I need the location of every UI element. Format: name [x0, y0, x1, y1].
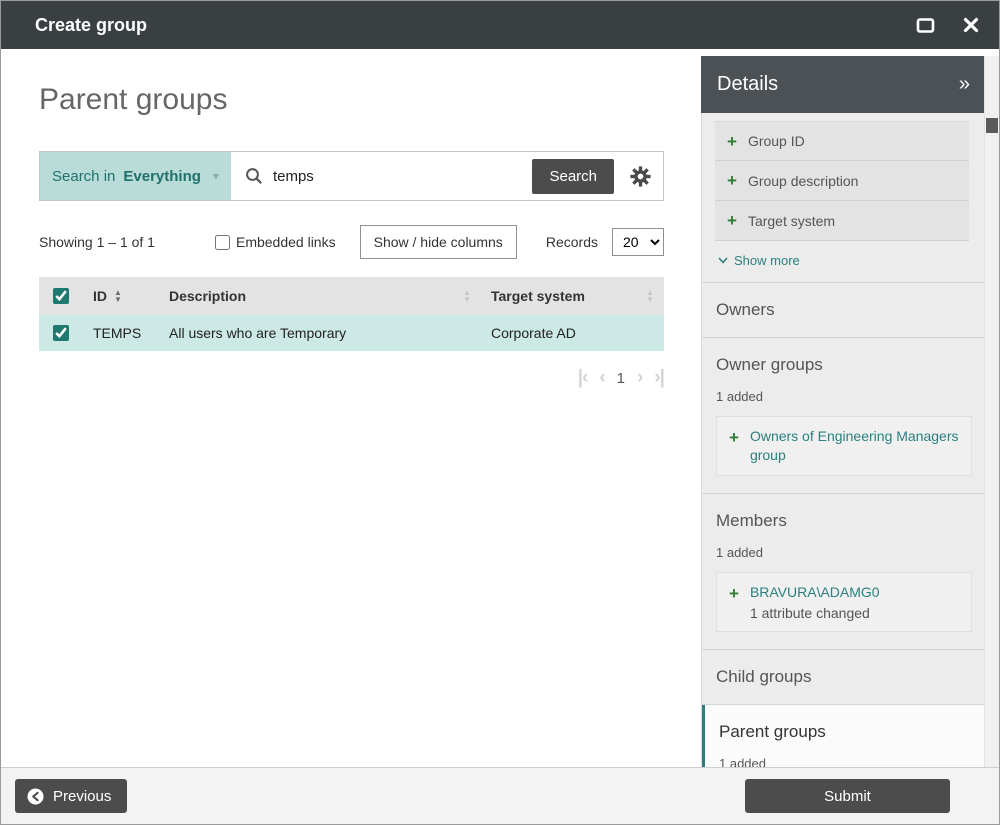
row-cell-select [39, 325, 83, 341]
sort-icon[interactable]: ▲▼ [463, 289, 471, 303]
chevron-down-icon [718, 257, 728, 264]
plus-icon: + [729, 585, 739, 602]
page-title: Parent groups [39, 83, 701, 117]
added-count: 1 added [716, 389, 972, 404]
details-title: Details [717, 73, 778, 96]
chevron-down-icon: ▾ [213, 169, 219, 183]
attribute-list: + Group ID + Group description + Target … [702, 113, 986, 241]
window-controls [916, 17, 979, 34]
table-header-row: ID ▲▼ Description ▲▼ Target system ▲▼ [39, 277, 664, 315]
sort-icon[interactable]: ▲▼ [114, 289, 122, 303]
section-title: Child groups [716, 667, 972, 687]
add-target-system[interactable]: + Target system [715, 201, 969, 241]
titlebar: Create group [1, 1, 999, 49]
close-icon[interactable] [963, 17, 979, 33]
header-cell-id: ID ▲▼ [83, 288, 159, 304]
owner-group-link[interactable]: Owners of Engineering Managers group [750, 427, 959, 465]
member-link[interactable]: BRAVURA\ADAMG0 [750, 584, 880, 600]
section-owners: Owners [702, 283, 986, 338]
results-table: ID ▲▼ Description ▲▼ Target system ▲▼ [39, 277, 664, 351]
show-more-link[interactable]: Show more [702, 241, 986, 283]
header-cell-description: Description ▲▼ [159, 288, 481, 304]
results-toolbar: Showing 1 – 1 of 1 Embedded links Show /… [39, 225, 664, 259]
scrollbar-thumb[interactable] [986, 118, 998, 133]
section-title: Owner groups [716, 355, 972, 375]
section-parent-groups: Parent groups 1 added [702, 705, 986, 767]
embedded-links-checkbox[interactable] [215, 235, 230, 250]
window-title: Create group [35, 15, 147, 36]
records-group: Records 20 [546, 228, 664, 256]
details-scrollbar[interactable] [984, 56, 999, 767]
records-select[interactable]: 20 [612, 228, 664, 256]
search-input[interactable] [263, 168, 533, 185]
search-scope-value: Everything [123, 168, 201, 185]
attribute-label: Target system [748, 213, 835, 229]
maximize-icon[interactable] [916, 17, 935, 34]
search-icon [245, 167, 263, 185]
add-group-description[interactable]: + Group description [715, 161, 969, 201]
plus-icon: + [727, 133, 737, 150]
sort-icon[interactable]: ▲▼ [646, 289, 654, 303]
details-panel: + Group ID + Group description + Target … [701, 113, 986, 767]
embedded-links-label: Embedded links [236, 234, 336, 250]
plus-icon: + [727, 172, 737, 189]
added-count: 1 added [716, 545, 972, 560]
row-cell-id: TEMPS [83, 325, 159, 341]
previous-button[interactable]: Previous [15, 779, 127, 813]
section-title: Parent groups [719, 722, 972, 742]
show-hide-columns-button[interactable]: Show / hide columns [360, 225, 517, 259]
section-owner-groups: Owner groups 1 added + Owners of Enginee… [702, 338, 986, 494]
header-cell-select [39, 288, 83, 304]
main-panel: Parent groups Search in Everything ▾ Sea… [1, 49, 701, 767]
first-page-icon[interactable]: |‹ [578, 367, 588, 389]
add-group-id[interactable]: + Group ID [715, 121, 969, 161]
member-note: 1 attribute changed [750, 605, 880, 621]
select-all-checkbox[interactable] [53, 288, 69, 304]
row-cell-description: All users who are Temporary [159, 325, 481, 341]
last-page-icon[interactable]: ›| [654, 367, 664, 389]
records-label: Records [546, 234, 598, 250]
section-title: Members [716, 511, 972, 531]
previous-page-icon[interactable]: ‹ [599, 367, 604, 389]
plus-icon: + [729, 429, 739, 446]
pagination: |‹ ‹ 1 › ›| [39, 367, 664, 389]
row-cell-target-system: Corporate AD [481, 325, 664, 341]
row-checkbox[interactable] [53, 325, 69, 341]
owner-group-item: + Owners of Engineering Managers group [716, 416, 972, 476]
current-page: 1 [617, 370, 625, 387]
header-cell-target-system: Target system ▲▼ [481, 288, 664, 304]
added-count: 1 added [719, 756, 972, 767]
table-row[interactable]: TEMPS All users who are Temporary Corpor… [39, 315, 664, 351]
section-child-groups: Child groups [702, 650, 986, 705]
member-item: + BRAVURA\ADAMG0 1 attribute changed [716, 572, 972, 632]
next-page-icon[interactable]: › [637, 367, 642, 389]
section-members: Members 1 added + BRAVURA\ADAMG0 1 attri… [702, 494, 986, 650]
search-scope-select[interactable]: Search in Everything ▾ [40, 152, 231, 200]
arrow-left-icon [27, 788, 44, 805]
search-button[interactable]: Search [532, 159, 614, 194]
plus-icon: + [727, 212, 737, 229]
collapse-panel-icon[interactable]: » [959, 73, 970, 96]
details-header: Details » [701, 56, 986, 113]
search-bar: Search in Everything ▾ Search [39, 151, 664, 201]
submit-button[interactable]: Submit [745, 779, 950, 813]
embedded-links-toggle[interactable]: Embedded links [215, 234, 336, 250]
footer-bar: Previous Submit [1, 767, 999, 824]
attribute-label: Group ID [748, 133, 805, 149]
results-count: Showing 1 – 1 of 1 [39, 234, 155, 250]
attribute-label: Group description [748, 173, 859, 189]
section-title: Owners [716, 300, 972, 320]
search-scope-prefix: Search in [52, 168, 115, 185]
gear-icon[interactable] [630, 166, 651, 187]
